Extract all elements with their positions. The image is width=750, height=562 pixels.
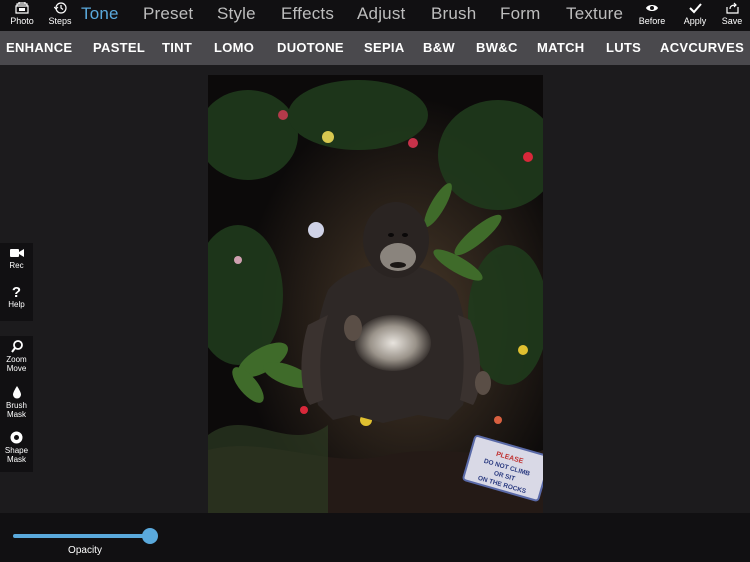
tab-tone[interactable]: Tone [81, 4, 119, 24]
filter-lomo[interactable]: LOMO [214, 40, 254, 55]
circle-target-icon [10, 431, 23, 444]
share-icon [725, 2, 739, 14]
edited-photo: PLEASE DO NOT CLIMB OR SIT ON THE ROCKS [208, 75, 543, 520]
shape-label-2: Mask [6, 455, 27, 464]
side-panel-top: Rec ? Help [0, 243, 33, 321]
photo-button[interactable]: Photo [4, 2, 40, 26]
question-mark-icon: ? [11, 284, 22, 301]
zoom-label-2: Move [6, 364, 27, 373]
checkmark-icon [688, 3, 702, 14]
eye-icon [646, 5, 658, 11]
opacity-label: Opacity [68, 545, 102, 556]
opacity-slider-thumb[interactable] [142, 528, 158, 544]
save-button[interactable]: Save [714, 2, 750, 26]
shape-label-1: Shape [4, 446, 29, 455]
filter-bw[interactable]: B&W [423, 40, 455, 55]
apply-button[interactable]: Apply [677, 2, 713, 26]
filter-match[interactable]: MATCH [537, 40, 584, 55]
opacity-slider-track[interactable] [13, 534, 150, 538]
help-label: Help [8, 300, 25, 309]
side-panel-bottom: Zoom Move Brush Mask Shape Mask [0, 336, 33, 472]
before-label: Before [638, 16, 666, 26]
filter-sepia[interactable]: SEPIA [364, 40, 405, 55]
filter-luts[interactable]: LUTS [606, 40, 641, 55]
droplet-icon [12, 386, 21, 399]
steps-button[interactable]: Steps [42, 2, 78, 26]
photo-canvas[interactable]: PLEASE DO NOT CLIMB OR SIT ON THE ROCKS [208, 75, 543, 520]
magnifier-icon [10, 340, 23, 353]
rec-label: Rec [9, 261, 24, 270]
filter-bar: ENHANCE PASTEL TINT LOMO DUOTONE SEPIA B… [0, 31, 750, 65]
brush-label-2: Mask [6, 410, 27, 419]
shape-mask-button[interactable]: Shape Mask [0, 427, 33, 472]
photo-icon [15, 2, 29, 14]
tab-texture[interactable]: Texture [566, 4, 623, 24]
tab-brush[interactable]: Brush [431, 4, 476, 24]
zoom-label-1: Zoom [6, 355, 27, 364]
apply-label: Apply [683, 16, 707, 26]
tab-adjust[interactable]: Adjust [357, 4, 405, 24]
tab-style[interactable]: Style [217, 4, 256, 24]
tab-form[interactable]: Form [500, 4, 540, 24]
filter-acvcurves[interactable]: ACVCURVES [660, 40, 744, 55]
tab-effects[interactable]: Effects [281, 4, 334, 24]
filter-pastel[interactable]: PASTEL [93, 40, 145, 55]
tab-preset[interactable]: Preset [143, 4, 193, 24]
before-button[interactable]: Before [634, 2, 670, 26]
filter-enhance[interactable]: ENHANCE [6, 40, 72, 55]
steps-label: Steps [48, 16, 72, 26]
photo-label: Photo [10, 16, 34, 26]
help-button[interactable]: ? Help [0, 282, 33, 321]
top-toolbar: Photo Steps Tone Preset Style Effects Ad… [0, 0, 750, 31]
filter-duotone[interactable]: DUOTONE [277, 40, 344, 55]
filter-bwc[interactable]: BW&C [476, 40, 518, 55]
video-camera-icon [9, 249, 24, 257]
history-icon [53, 2, 67, 14]
brush-label-1: Brush [6, 401, 27, 410]
record-button[interactable]: Rec [0, 243, 33, 282]
filter-tint[interactable]: TINT [162, 40, 192, 55]
zoom-move-button[interactable]: Zoom Move [0, 336, 33, 382]
save-label: Save [721, 16, 743, 26]
brush-mask-button[interactable]: Brush Mask [0, 382, 33, 427]
